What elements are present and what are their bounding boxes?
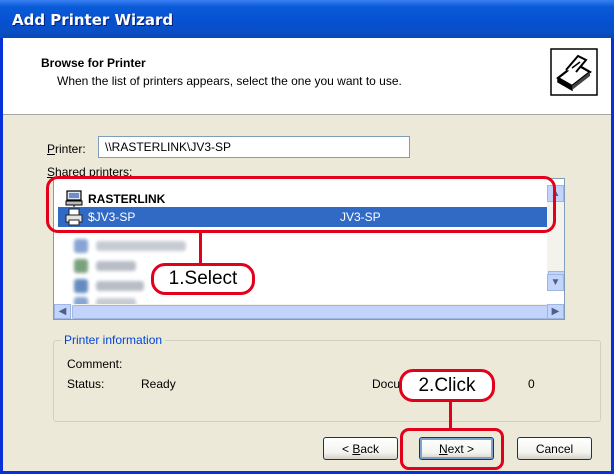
printer-label: Printer: — [47, 142, 86, 156]
cancel-button[interactable]: Cancel — [517, 437, 592, 460]
scroll-right-button[interactable]: ▶ — [547, 304, 564, 319]
back-button[interactable]: < Back — [323, 437, 398, 460]
printer-information-title: Printer information — [61, 333, 166, 347]
wizard-header: Browse for Printer When the list of prin… — [3, 38, 611, 115]
chevron-left-icon: ◀ — [58, 306, 67, 317]
click-callout: 2.Click — [399, 369, 495, 402]
window-title: Add Printer Wizard — [12, 11, 174, 29]
status-label: Status: — [67, 377, 105, 391]
chevron-down-icon: ▼ — [550, 277, 561, 288]
select-connector — [199, 232, 202, 264]
scroll-hthumb[interactable] — [72, 305, 548, 319]
status-value: Ready — [141, 377, 176, 391]
scroll-left-button[interactable]: ◀ — [54, 304, 71, 319]
documents-label: Docu — [372, 377, 401, 391]
printer-label-text: rinter: — [55, 142, 86, 156]
title-bar[interactable]: Add Printer Wizard — [0, 0, 614, 38]
documents-value: 0 — [528, 377, 535, 391]
select-callout: 1.Select — [151, 263, 255, 295]
back-prefix: < — [341, 441, 353, 456]
printer-wizard-icon — [550, 48, 598, 96]
back-text: ack — [360, 441, 380, 456]
next-highlight — [400, 428, 504, 470]
add-printer-wizard-window: Add Printer Wizard Browse for Printer Wh… — [0, 0, 614, 474]
printer-path-input[interactable] — [98, 136, 410, 158]
scroll-down-button[interactable]: ▼ — [547, 274, 564, 291]
horizontal-scrollbar[interactable]: ◀ ▶ — [54, 304, 564, 319]
select-highlight — [46, 176, 556, 233]
header-title: Browse for Printer — [41, 56, 146, 70]
chevron-right-icon: ▶ — [551, 306, 560, 317]
header-subtitle: When the list of printers appears, selec… — [57, 74, 402, 88]
printer-label-mnemonic: P — [47, 142, 56, 156]
comment-label: Comment: — [67, 357, 123, 371]
printer-information-group — [53, 340, 601, 422]
back-button-label: < Back — [342, 442, 379, 456]
click-connector — [449, 401, 452, 431]
